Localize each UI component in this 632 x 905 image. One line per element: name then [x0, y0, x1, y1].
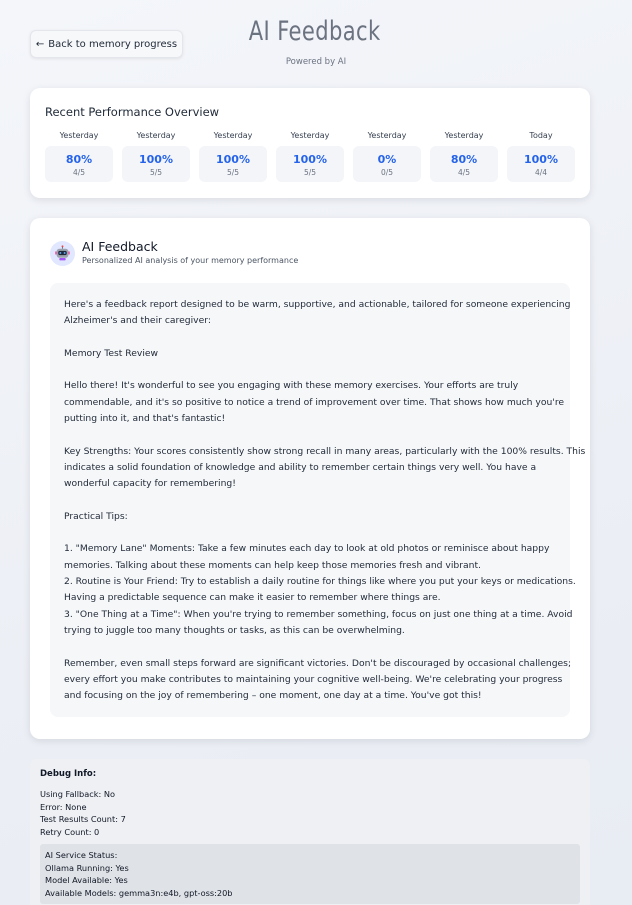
performance-percent: 100% — [293, 153, 327, 166]
feedback-line: Here's a feedback report designed to be … — [64, 299, 571, 310]
debug-panel: Debug Info: Using Fallback: No Error: No… — [30, 759, 590, 905]
performance-title: Recent Performance Overview — [45, 105, 220, 119]
feedback-line: Memory Test Review — [64, 347, 159, 359]
debug-line: Retry Count: 0 — [40, 826, 100, 837]
debug-line: Test Results Count: 7 — [40, 814, 126, 824]
performance-day-label: Yesterday — [367, 131, 407, 140]
feedback-line: Remember, even small steps forward are s… — [64, 657, 572, 669]
feedback-line: Having a predictable sequence can make i… — [64, 592, 441, 604]
feedback-line: and focusing on the joy of remembering –… — [64, 690, 482, 702]
performance-count: 0/5 — [380, 168, 394, 177]
service-status-line: Model Available: Yes — [45, 875, 128, 885]
performance-overview-card: Recent Performance Overview Yesterday 80… — [30, 88, 590, 198]
feedback-line: wonderful capacity for remembering! — [64, 478, 236, 490]
debug-title: Debug Info: — [40, 769, 97, 779]
feedback-line: every effort you make contributes to mai… — [64, 673, 563, 685]
feedback-line: 3. "One Thing at a Time": When you're tr… — [64, 608, 573, 620]
performance-grid: Yesterday 80% 4/5 Yesterday 100% 5/5 Yes… — [45, 131, 575, 182]
performance-count: 4/5 — [72, 168, 86, 177]
performance-score-box: 80% 4/5 — [45, 146, 113, 182]
performance-item: Yesterday 100% 5/5 — [122, 131, 190, 182]
feedback-line: Key Strengths: Your scores consistently … — [64, 445, 586, 457]
performance-percent: 100% — [139, 153, 173, 166]
ai-feedback-card: AI Feedback Personalized AI analysis of … — [30, 218, 590, 739]
service-status-line: Available Models: gemma3n:e4b, gpt-oss:2… — [45, 887, 233, 898]
feedback-line: 1. "Memory Lane" Moments: Take a few min… — [64, 543, 550, 555]
feedback-title: AI Feedback — [82, 239, 158, 254]
performance-item: Yesterday 80% 4/5 — [430, 131, 498, 182]
debug-line: Error: None — [40, 801, 87, 812]
performance-item: Yesterday 80% 4/5 — [45, 131, 113, 182]
arrow-left-icon: ← — [35, 38, 45, 50]
feedback-line: Alzheimer's and their caregiver: — [64, 315, 211, 327]
service-status-title: AI Service Status: — [45, 850, 118, 860]
performance-score-box: 100% 4/4 — [507, 146, 575, 182]
feedback-line: Practical Tips: — [64, 510, 128, 522]
performance-percent: 100% — [524, 153, 558, 166]
feedback-line — [64, 330, 556, 346]
feedback-line: commendable, and it's so positive to not… — [64, 396, 565, 408]
performance-day-label: Today — [529, 131, 553, 140]
feedback-line: trying to juggle too many thoughts or ta… — [64, 624, 405, 636]
performance-score-box: 100% 5/5 — [122, 146, 190, 182]
performance-percent: 80% — [65, 153, 93, 166]
performance-day-label: Yesterday — [213, 131, 253, 140]
feedback-subtitle: Personalized AI analysis of your memory … — [82, 256, 299, 265]
feedback-line: putting into it, and that's fantastic! — [64, 413, 226, 425]
feedback-line: memories. Talking about these moments ca… — [64, 559, 481, 571]
feedback-line: indicates a solid foundation of knowledg… — [64, 461, 537, 473]
performance-score-box: 80% 4/5 — [430, 146, 498, 182]
performance-count: 5/5 — [149, 168, 163, 177]
performance-count: 4/4 — [534, 168, 548, 177]
feedback-line: 2. Routine is Your Friend: Try to establ… — [64, 576, 576, 588]
performance-item: Today 100% 4/4 — [507, 131, 575, 182]
feedback-line: Hello there! It's wonderful to see you e… — [64, 380, 519, 392]
performance-item: Yesterday 100% 5/5 — [199, 131, 267, 182]
performance-item: Yesterday 0% 0/5 — [353, 131, 421, 182]
page-title: AI Feedback — [248, 16, 381, 47]
debug-line: Using Fallback: No — [40, 789, 115, 799]
performance-day-label: Yesterday — [444, 131, 484, 140]
performance-score-box: 100% 5/5 — [199, 146, 267, 182]
ai-service-status: AI Service Status: Ollama Running: Yes M… — [40, 844, 580, 904]
performance-item: Yesterday 100% 5/5 — [276, 131, 344, 182]
feedback-line — [64, 639, 556, 655]
robot-icon — [50, 241, 75, 266]
service-status-line: Ollama Running: Yes — [45, 862, 129, 873]
performance-percent: 80% — [450, 153, 478, 166]
performance-day-label: Yesterday — [290, 131, 330, 140]
feedback-line — [64, 362, 556, 378]
feedback-line — [64, 525, 556, 541]
performance-day-label: Yesterday — [136, 131, 176, 140]
performance-count: 5/5 — [226, 168, 240, 177]
performance-score-box: 0% 0/5 — [353, 146, 421, 182]
feedback-line — [64, 427, 556, 443]
performance-percent: 0% — [377, 153, 397, 166]
feedback-line — [64, 493, 556, 509]
page-subtitle: Powered by AI — [285, 57, 347, 67]
performance-count: 4/5 — [457, 168, 471, 177]
performance-percent: 100% — [216, 153, 250, 166]
performance-score-box: 100% 5/5 — [276, 146, 344, 182]
performance-day-label: Yesterday — [59, 131, 99, 140]
feedback-report: Here's a feedback report designed to be … — [50, 283, 586, 717]
performance-count: 5/5 — [303, 168, 317, 177]
